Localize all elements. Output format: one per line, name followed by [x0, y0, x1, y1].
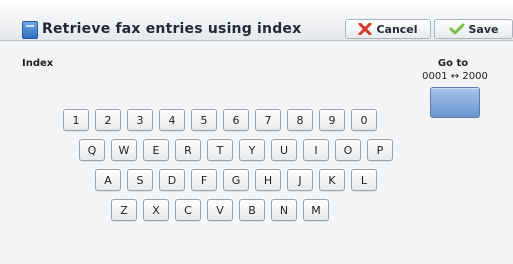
key-k[interactable]: K — [319, 169, 345, 191]
check-icon — [449, 23, 464, 35]
key-6[interactable]: 6 — [223, 109, 249, 131]
key-q[interactable]: Q — [79, 139, 105, 161]
key-7[interactable]: 7 — [255, 109, 281, 131]
key-3[interactable]: 3 — [127, 109, 153, 131]
key-5[interactable]: 5 — [191, 109, 217, 131]
key-u[interactable]: U — [271, 139, 297, 161]
index-label: Index — [22, 58, 54, 69]
key-i[interactable]: I — [303, 139, 329, 161]
key-0[interactable]: 0 — [351, 109, 377, 131]
key-f[interactable]: F — [191, 169, 217, 191]
page-title: Retrieve fax entries using index — [42, 21, 302, 37]
folder-icon — [22, 21, 38, 39]
key-8[interactable]: 8 — [287, 109, 313, 131]
cancel-label: Cancel — [376, 22, 418, 36]
key-x[interactable]: X — [143, 199, 169, 221]
key-h[interactable]: H — [255, 169, 281, 191]
cancel-button[interactable]: Cancel — [345, 19, 431, 39]
goto-range: 0001 ↔ 2000 — [422, 71, 488, 82]
key-1[interactable]: 1 — [63, 109, 89, 131]
key-c[interactable]: C — [175, 199, 201, 221]
key-2[interactable]: 2 — [95, 109, 121, 131]
key-b[interactable]: B — [239, 199, 265, 221]
title-bar: Retrieve fax entries using index Cancel … — [0, 0, 513, 41]
goto-input-button[interactable] — [430, 87, 480, 118]
key-z[interactable]: Z — [111, 199, 137, 221]
key-a[interactable]: A — [95, 169, 121, 191]
key-s[interactable]: S — [127, 169, 153, 191]
key-t[interactable]: T — [207, 139, 233, 161]
key-l[interactable]: L — [351, 169, 377, 191]
key-n[interactable]: N — [271, 199, 297, 221]
key-y[interactable]: Y — [239, 139, 265, 161]
fax-index-screen: Retrieve fax entries using index Cancel … — [0, 0, 513, 264]
key-j[interactable]: J — [287, 169, 313, 191]
key-w[interactable]: W — [111, 139, 137, 161]
key-d[interactable]: D — [159, 169, 185, 191]
key-v[interactable]: V — [207, 199, 233, 221]
key-e[interactable]: E — [143, 139, 169, 161]
key-p[interactable]: P — [367, 139, 393, 161]
key-9[interactable]: 9 — [319, 109, 345, 131]
key-r[interactable]: R — [175, 139, 201, 161]
key-o[interactable]: O — [335, 139, 361, 161]
key-g[interactable]: G — [223, 169, 249, 191]
key-m[interactable]: M — [303, 199, 329, 221]
save-label: Save — [468, 22, 499, 36]
key-4[interactable]: 4 — [159, 109, 185, 131]
goto-label: Go to — [437, 58, 469, 69]
x-icon — [358, 23, 372, 35]
save-button[interactable]: Save — [434, 19, 513, 39]
